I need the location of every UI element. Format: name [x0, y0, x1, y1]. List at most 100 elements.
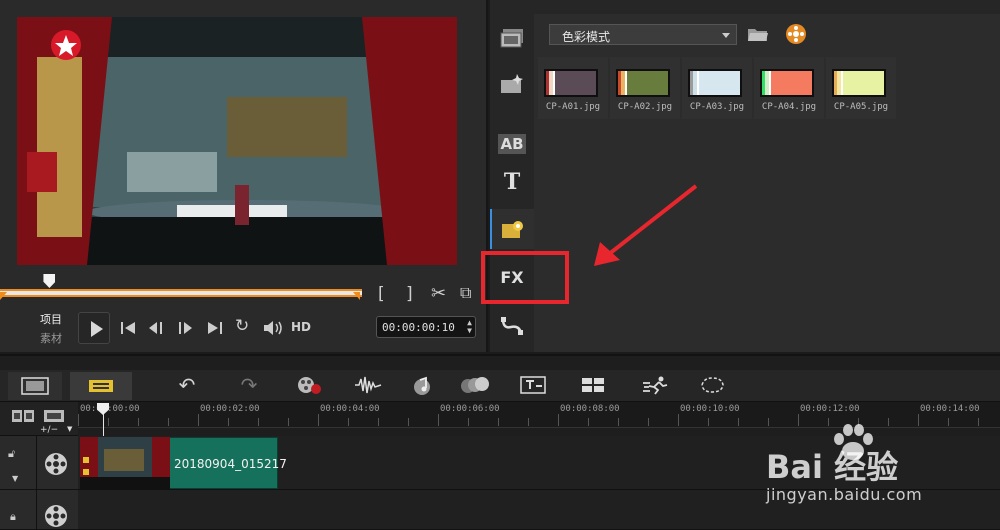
video-track-header: 🔓︎ ▼ [0, 436, 78, 490]
ruler-major-tick [558, 414, 559, 426]
ruler-time-label: 00:00:00:00 [80, 404, 140, 414]
instant-project-button[interactable] [490, 64, 534, 104]
ruler-minor-tick [168, 418, 169, 426]
ruler-minor-tick [138, 418, 139, 426]
ruler-minor-tick [408, 418, 409, 426]
clip-mode-label[interactable]: 素材 [40, 330, 62, 346]
scrub-handle[interactable] [43, 274, 56, 288]
chapter-icon[interactable] [43, 408, 67, 424]
library-thumbnail[interactable]: CP-A05.jpg [826, 57, 896, 119]
category-select[interactable]: 色彩模式 [549, 24, 737, 45]
add-remove-track-button[interactable]: +/− [40, 425, 58, 435]
play-icon [91, 321, 103, 337]
undo-button[interactable]: ↶ [176, 373, 198, 397]
play-button[interactable] [78, 312, 110, 344]
ruler-time-label: 00:00:02:00 [200, 404, 260, 414]
title-tool-button[interactable]: T [490, 162, 534, 202]
runner-icon [643, 376, 668, 395]
ruler-minor-tick [588, 418, 589, 426]
ruler-time-label: 00:00:14:00 [920, 404, 980, 414]
sound-mixer-button[interactable] [354, 374, 382, 396]
library-thumbnail[interactable]: CP-A03.jpg [682, 57, 752, 119]
motion-path-icon [501, 317, 523, 335]
ruler-time-label: 00:00:04:00 [320, 404, 380, 414]
ruler-minor-tick [288, 418, 289, 426]
project-mode-label[interactable]: 项目 [40, 311, 62, 327]
ruler-time-label: 00:00:08:00 [560, 404, 620, 414]
library-thumbnail[interactable]: CP-A01.jpg [538, 57, 608, 119]
category-select-value: 色彩模式 [562, 30, 611, 44]
video-track-reel-icon[interactable] [44, 452, 68, 476]
subtitle-editor-button[interactable] [520, 374, 546, 396]
ruler-major-tick [318, 414, 319, 426]
copy-icon[interactable]: ⧉ [460, 285, 471, 301]
clip-thumbnail-image [80, 437, 170, 489]
mark-out-button[interactable]: ] [406, 286, 413, 303]
go-to-start-icon[interactable] [120, 320, 138, 336]
previous-frame-icon[interactable] [147, 320, 167, 336]
record-capture-icon [298, 377, 321, 394]
redo-button[interactable]: ↷ [238, 373, 260, 397]
path-tool-button[interactable] [490, 306, 534, 346]
track-manager-area: +/− ▼ [0, 402, 78, 436]
ruler-major-tick [198, 414, 199, 426]
trim-end-marker[interactable] [353, 292, 360, 300]
scrub-bar[interactable] [0, 289, 362, 297]
mask-creator-button[interactable] [698, 374, 726, 396]
undo-icon: ↶ [178, 373, 196, 397]
ruler-minor-tick [738, 418, 739, 426]
graphic-tool-button[interactable] [490, 209, 534, 249]
reel-icon[interactable] [785, 23, 807, 45]
chevron-down-icon[interactable]: ▼ [12, 474, 18, 483]
auto-music-button[interactable] [410, 374, 436, 396]
thumbnail-image [616, 69, 670, 97]
ruler-major-tick [438, 414, 439, 426]
mark-in-button[interactable]: [ [378, 286, 385, 303]
timecode-spinner[interactable]: ▲ ▼ [467, 319, 472, 335]
multi-camera-button[interactable] [580, 374, 606, 396]
time-remapping-button[interactable] [642, 374, 670, 396]
timeline-view-button[interactable] [70, 372, 132, 400]
trim-start-marker[interactable] [0, 292, 7, 300]
ruler-minor-tick [708, 418, 709, 426]
annotation-highlight-box [481, 251, 569, 304]
go-to-end-icon[interactable] [206, 320, 224, 336]
graphic-flower-icon [502, 221, 523, 238]
chevron-down-icon[interactable]: ▼ [67, 425, 72, 433]
track-lock-icon[interactable]: 🔓︎ [8, 447, 15, 461]
volume-icon[interactable] [262, 320, 284, 336]
ruler-minor-tick [348, 418, 349, 426]
grid-icon [582, 378, 604, 392]
ruler-major-tick [678, 414, 679, 426]
hd-button[interactable]: HD [291, 321, 311, 333]
ruler-minor-tick [528, 418, 529, 426]
folder-icon[interactable] [747, 25, 769, 43]
overlay-track-reel-icon[interactable] [44, 504, 68, 528]
chevron-down-icon [722, 33, 730, 38]
motion-tracking-button[interactable] [460, 374, 490, 396]
redo-icon: ↷ [240, 373, 258, 397]
film-magic-icon [501, 74, 523, 93]
media-tool-button[interactable] [490, 18, 534, 58]
overlay-track-header: 🔒︎ [0, 490, 78, 530]
annotation-arrow [594, 184, 698, 266]
title-t-icon: T [503, 169, 521, 195]
next-frame-icon[interactable] [176, 320, 196, 336]
library-thumbnail[interactable]: CP-A02.jpg [610, 57, 680, 119]
record-capture-button[interactable] [296, 374, 322, 396]
film-stack-icon [500, 29, 523, 48]
track-lock-icon[interactable]: 🔒︎ [10, 510, 16, 524]
transition-tool-button[interactable]: AB [490, 124, 534, 164]
timecode-field[interactable]: 00:00:00:10 ▲ ▼ [376, 316, 476, 338]
cut-icon[interactable]: ✂ [431, 285, 446, 303]
clip-name: 20180904_015217 [174, 457, 287, 471]
timeline-toolbar [0, 370, 1000, 402]
storyboard-view-button[interactable] [8, 372, 62, 400]
repeat-icon[interactable]: ↻ [235, 318, 249, 335]
ruler-minor-tick [468, 418, 469, 426]
timeline-view-icon [89, 380, 113, 392]
thumbnail-image [832, 69, 886, 97]
track-manager-icon[interactable] [11, 408, 35, 424]
library-thumbnail[interactable]: CP-A04.jpg [754, 57, 824, 119]
clip-thumbnail [80, 437, 170, 489]
